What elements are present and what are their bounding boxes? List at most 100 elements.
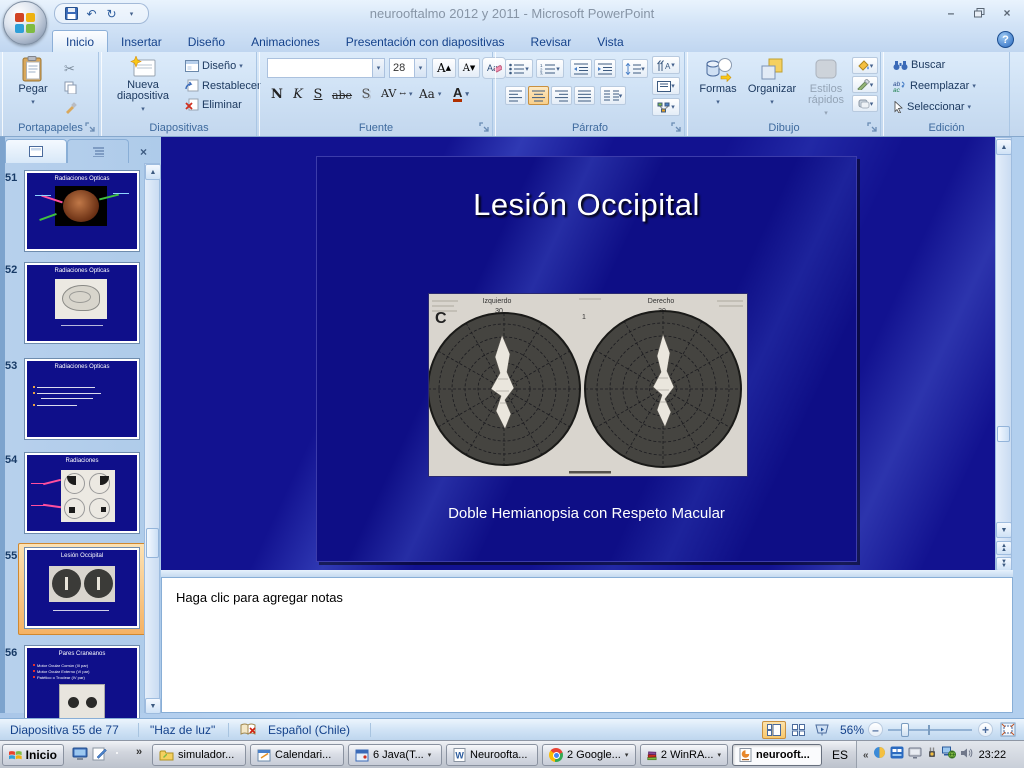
text-shadow-icon[interactable]: S xyxy=(358,86,374,103)
thumbnail-slide-54[interactable]: Radiaciones xyxy=(24,452,140,534)
new-slide-dropdown-icon[interactable]: ▾ xyxy=(141,104,145,115)
notes-splitter[interactable] xyxy=(161,570,1013,577)
zoom-out-icon[interactable]: – xyxy=(868,722,883,737)
slideshow-view-icon[interactable] xyxy=(810,721,834,739)
save-icon[interactable] xyxy=(63,5,80,22)
decrease-indent-icon[interactable] xyxy=(570,59,592,78)
increase-indent-icon[interactable] xyxy=(594,59,616,78)
bullets-icon[interactable]: ▾ xyxy=(505,59,533,78)
bold-icon[interactable]: N xyxy=(268,86,286,103)
slide-sorter-icon[interactable] xyxy=(786,721,810,739)
align-text-icon[interactable]: ▾ xyxy=(652,77,680,95)
justify-icon[interactable] xyxy=(574,86,595,105)
arrange-button[interactable]: Organizar ▾ xyxy=(746,56,798,108)
task-simulador[interactable]: simulador... xyxy=(152,744,246,766)
tab-animaciones[interactable]: Animaciones xyxy=(238,31,333,52)
thumbnail-slide-55[interactable]: Lesión Occipital xyxy=(24,547,140,629)
task-winrar-group[interactable]: 2 WinRA... ▾ xyxy=(640,744,728,766)
quick-styles-button[interactable]: Estilos rápidos ▾ xyxy=(802,56,850,119)
redo-icon[interactable]: ↻ xyxy=(103,5,120,22)
font-color-icon[interactable]: A ▾ xyxy=(452,85,470,103)
copy-icon[interactable] xyxy=(63,80,78,95)
text-direction-icon[interactable]: A ▾ xyxy=(652,56,680,74)
tray-display-icon[interactable] xyxy=(908,746,922,764)
grow-font-icon[interactable]: A ▲ xyxy=(432,58,456,78)
task-calendario[interactable]: Calendari... xyxy=(250,744,344,766)
tab-outline[interactable] xyxy=(67,139,129,163)
paste-dropdown-icon[interactable]: ▾ xyxy=(31,97,35,108)
language-bar[interactable]: ES xyxy=(832,748,848,762)
tray-messenger-icon[interactable] xyxy=(873,746,886,764)
panel-scrollbar[interactable]: ▲ ▼ xyxy=(144,163,161,714)
italic-icon[interactable]: K xyxy=(290,86,306,103)
zoom-level[interactable]: 56% xyxy=(840,723,864,737)
previous-slide-icon[interactable]: ▲ ▲ xyxy=(996,541,1012,555)
panel-scroll-down-icon[interactable]: ▼ xyxy=(145,698,161,714)
change-case-icon[interactable]: Aa ▾ xyxy=(418,86,442,102)
format-painter-icon[interactable] xyxy=(63,100,78,115)
reset-button[interactable]: Restablecer xyxy=(184,78,262,93)
zoom-in-icon[interactable]: + xyxy=(978,722,993,737)
thumbnail-slide-53[interactable]: Radiaciones Opticas xyxy=(24,358,140,440)
visual-field-figure[interactable]: Izquierdo 30 C 1 Derecho 30 xyxy=(427,294,747,476)
tab-revisar[interactable]: Revisar xyxy=(518,31,585,52)
shape-outline-icon[interactable]: ▾ xyxy=(852,76,878,93)
font-size-combo[interactable]: 28 ▾ xyxy=(389,58,427,78)
numbering-icon[interactable]: 1 2 3 ▾ xyxy=(536,59,564,78)
character-spacing-icon[interactable]: AV ↔ ▾ xyxy=(380,86,414,101)
slide-editor-area[interactable]: Lesión Occipital Izquierdo 30 C 1 Derech… xyxy=(161,137,995,570)
shape-effects-icon[interactable]: ▾ xyxy=(852,95,878,112)
align-left-icon[interactable] xyxy=(505,86,526,105)
dialog-launcher-icon[interactable] xyxy=(85,122,96,133)
quicklaunch-desktop-icon[interactable] xyxy=(72,747,88,766)
align-right-icon[interactable] xyxy=(551,86,572,105)
paste-button[interactable]: Pegar ▾ xyxy=(11,56,55,108)
editor-scrollbar-thumb[interactable] xyxy=(997,426,1010,442)
task-chrome-group[interactable]: 2 Google... ▾ xyxy=(542,744,636,766)
convert-smartart-icon[interactable]: ▾ xyxy=(652,98,680,116)
undo-icon[interactable]: ↶ xyxy=(83,5,100,22)
columns-icon[interactable]: ▾ xyxy=(600,86,626,105)
shapes-button[interactable]: Formas ▾ xyxy=(694,56,742,108)
tray-volume-icon[interactable] xyxy=(960,746,973,764)
font-name-combo[interactable]: ▾ xyxy=(267,58,385,78)
task-powerpoint-active[interactable]: neurooft... xyxy=(732,744,822,766)
replace-button[interactable]: ab ac Reemplazar ▾ xyxy=(892,79,977,93)
tab-vista[interactable]: Vista xyxy=(584,31,636,52)
tray-lan-icon[interactable] xyxy=(890,746,904,764)
office-button[interactable] xyxy=(3,1,47,45)
restore-button[interactable] xyxy=(970,5,988,20)
editor-scrollbar[interactable]: ▲ ▼ ▲ ▲ ▼ ▼ xyxy=(995,137,1012,571)
panel-scrollbar-thumb[interactable] xyxy=(146,528,159,558)
panel-close-icon[interactable]: × xyxy=(140,145,147,159)
qat-customize-icon[interactable]: ▾ xyxy=(123,5,140,22)
tab-presentacion[interactable]: Presentación con diapositivas xyxy=(333,31,518,52)
task-word-doc[interactable]: W Neuroofta... xyxy=(446,744,538,766)
tab-diseno[interactable]: Diseño xyxy=(175,31,238,52)
minimize-button[interactable]: – xyxy=(942,5,960,20)
help-icon[interactable]: ? xyxy=(997,31,1014,48)
tray-network-icon[interactable] xyxy=(941,746,956,764)
select-button[interactable]: Seleccionar ▾ xyxy=(892,100,972,114)
notes-pane[interactable]: Haga clic para agregar notas xyxy=(161,577,1013,713)
tray-power-icon[interactable] xyxy=(926,746,938,764)
tab-inicio[interactable]: Inicio xyxy=(52,30,109,52)
scroll-up-icon[interactable]: ▲ xyxy=(996,139,1012,155)
delete-slide-button[interactable]: Eliminar xyxy=(184,97,243,112)
zoom-slider-thumb[interactable] xyxy=(901,723,909,737)
slide-caption[interactable]: Doble Hemianopsia con Respeto Macular xyxy=(317,505,856,522)
tab-insertar[interactable]: Insertar xyxy=(108,31,175,52)
language-indicator[interactable]: Español (Chile) xyxy=(268,723,350,737)
tab-slides-thumbnails[interactable] xyxy=(5,139,67,163)
shrink-font-icon[interactable]: A ▼ xyxy=(458,58,480,78)
quicklaunch-notes-icon[interactable] xyxy=(92,747,107,766)
scroll-down-icon[interactable]: ▼ xyxy=(996,522,1012,538)
dialog-launcher-icon[interactable] xyxy=(671,122,682,133)
tray-collapse-icon[interactable]: « xyxy=(863,750,869,761)
quicklaunch-overflow-icon[interactable]: » xyxy=(136,746,142,758)
layout-button[interactable]: Diseño ▾ xyxy=(184,59,244,73)
fit-to-window-icon[interactable] xyxy=(1000,722,1016,740)
close-button[interactable]: × xyxy=(998,5,1016,20)
task-java-group[interactable]: 6 Java(T... ▾ xyxy=(348,744,442,766)
strikethrough-icon[interactable]: abe xyxy=(330,88,354,103)
